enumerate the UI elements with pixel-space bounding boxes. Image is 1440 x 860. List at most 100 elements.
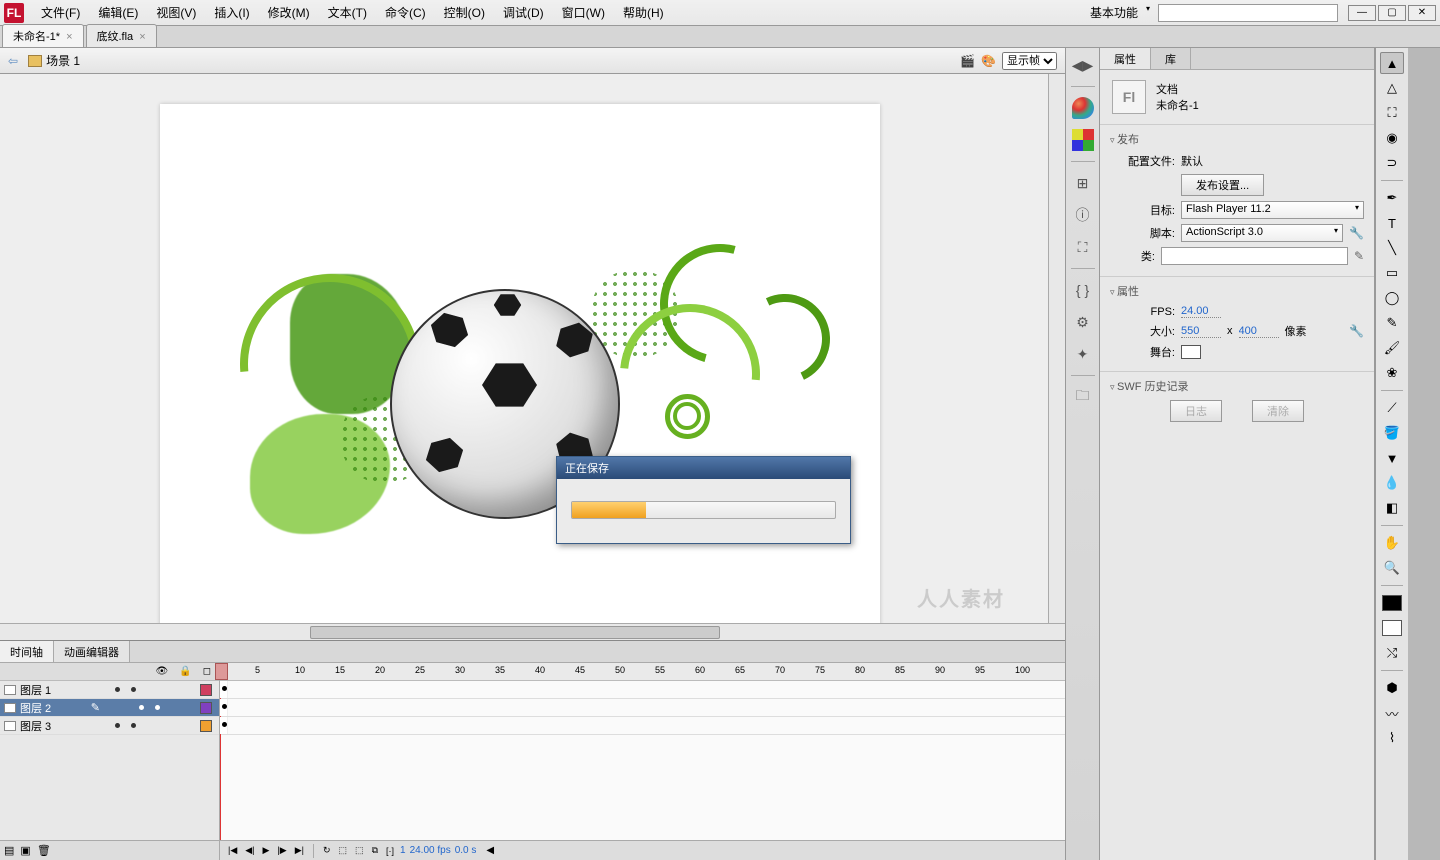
tab-library[interactable]: 库 <box>1151 48 1191 69</box>
lasso-tool[interactable]: ⊃ <box>1380 152 1404 174</box>
publish-settings-button[interactable]: 发布设置... <box>1181 174 1264 196</box>
project-panel-icon[interactable]: 🗀 <box>1072 386 1094 408</box>
edit-class-icon[interactable]: ✎ <box>1354 249 1364 263</box>
layer-color-swatch[interactable] <box>200 702 212 714</box>
minimize-button[interactable]: — <box>1348 5 1376 21</box>
maximize-button[interactable]: ▢ <box>1378 5 1406 21</box>
target-select[interactable]: Flash Player 11.2 <box>1181 201 1364 219</box>
color-panel-icon[interactable] <box>1072 97 1094 119</box>
play-button[interactable]: ▶ <box>261 845 272 856</box>
oval-tool[interactable]: ◯ <box>1380 287 1404 309</box>
text-tool[interactable]: T <box>1380 212 1404 234</box>
script-select[interactable]: ActionScript 3.0 <box>1181 224 1343 242</box>
edit-symbols-icon[interactable]: 🎨 <box>981 54 996 68</box>
eyedropper-tool[interactable]: 💧 <box>1380 472 1404 494</box>
menu-help[interactable]: 帮助(H) <box>614 1 673 24</box>
menu-window[interactable]: 窗口(W) <box>553 1 614 24</box>
scroll-left-icon[interactable]: ◀ <box>486 845 494 856</box>
hand-tool[interactable]: ✋ <box>1380 532 1404 554</box>
search-input[interactable] <box>1158 4 1338 22</box>
onion-skin-button[interactable]: ⬚ <box>337 845 350 856</box>
info-panel-icon[interactable]: ⓘ <box>1072 204 1094 226</box>
snap-option[interactable]: ⬢ <box>1380 677 1404 699</box>
menu-control[interactable]: 控制(O) <box>435 1 494 24</box>
brush-tool[interactable]: 🖌 <box>1380 337 1404 359</box>
edit-scene-icon[interactable]: 🎬 <box>960 54 975 68</box>
menu-edit[interactable]: 编辑(E) <box>89 1 147 24</box>
fps-display[interactable]: 24.00 fps <box>410 845 451 856</box>
tab-timeline[interactable]: 时间轴 <box>0 641 54 662</box>
publish-section-title[interactable]: 发布 <box>1110 131 1364 147</box>
align-panel-icon[interactable]: ⊞ <box>1072 172 1094 194</box>
frame-row[interactable] <box>220 681 1065 699</box>
tab-motion-editor[interactable]: 动画编辑器 <box>54 641 130 662</box>
transform-panel-icon[interactable]: ⛶ <box>1072 236 1094 258</box>
collapse-icon[interactable]: ◀▶ <box>1072 54 1094 76</box>
new-folder-button[interactable]: ▣ <box>20 844 30 857</box>
swf-section-title[interactable]: SWF 历史记录 <box>1110 378 1364 394</box>
doc-tab-1[interactable]: 未命名-1*× <box>2 24 84 47</box>
lock-column-icon[interactable]: 🔒 <box>179 666 191 677</box>
back-icon[interactable]: ⇦ <box>8 54 18 68</box>
deco-tool[interactable]: ❀ <box>1380 362 1404 384</box>
loop-button[interactable]: ↻ <box>321 845 333 856</box>
swap-colors[interactable]: ⤭ <box>1380 642 1404 664</box>
close-icon[interactable]: × <box>139 31 145 43</box>
layer-row[interactable]: 图层 3 <box>0 717 219 735</box>
tab-properties[interactable]: 属性 <box>1100 48 1151 69</box>
code-snippets-icon[interactable]: { } <box>1072 279 1094 301</box>
onion-outline-button[interactable]: ⬚ <box>353 845 366 856</box>
close-icon[interactable]: × <box>66 31 72 43</box>
frame-ruler[interactable]: 1 5 10 15 20 25 30 35 40 45 50 55 60 65 <box>220 663 1065 681</box>
subselection-tool[interactable]: △ <box>1380 77 1404 99</box>
stroke-color[interactable] <box>1380 592 1404 614</box>
menu-insert[interactable]: 插入(I) <box>205 1 258 24</box>
step-back-button[interactable]: ◀| <box>243 845 256 856</box>
menu-debug[interactable]: 调试(D) <box>494 1 553 24</box>
close-button[interactable]: ✕ <box>1408 5 1436 21</box>
workspace-selector[interactable]: 基本功能 <box>1082 2 1152 23</box>
layer-color-swatch[interactable] <box>200 720 212 732</box>
smooth-option[interactable]: 〰 <box>1380 702 1404 724</box>
fill-color[interactable] <box>1380 617 1404 639</box>
goto-last-button[interactable]: ▶| <box>293 845 306 856</box>
menu-file[interactable]: 文件(F) <box>32 1 89 24</box>
width-input[interactable] <box>1181 325 1221 338</box>
menu-text[interactable]: 文本(T) <box>319 1 376 24</box>
zoom-tool[interactable]: 🔍 <box>1380 557 1404 579</box>
pen-tool[interactable]: ✒ <box>1380 187 1404 209</box>
visibility-column-icon[interactable]: 👁 <box>156 666 169 677</box>
view-scale-select[interactable]: 显示帧 <box>1002 52 1057 70</box>
fps-input[interactable] <box>1181 305 1221 318</box>
free-transform-tool[interactable]: ⛶ <box>1380 102 1404 124</box>
delete-layer-button[interactable]: 🗑 <box>37 844 51 857</box>
components-panel-icon[interactable]: ⚙ <box>1072 311 1094 333</box>
motion-presets-icon[interactable]: ✦ <box>1072 343 1094 365</box>
new-layer-button[interactable]: ▤ <box>4 844 14 857</box>
eraser-tool[interactable]: ◧ <box>1380 497 1404 519</box>
layer-color-swatch[interactable] <box>200 684 212 696</box>
3d-rotation-tool[interactable]: ◉ <box>1380 127 1404 149</box>
stage[interactable] <box>160 104 880 640</box>
bone-tool[interactable]: ⟋ <box>1380 397 1404 419</box>
menu-view[interactable]: 视图(V) <box>147 1 205 24</box>
wrench-icon[interactable]: 🔧 <box>1349 226 1364 240</box>
straighten-option[interactable]: ⌇ <box>1380 727 1404 749</box>
layer-row[interactable]: 图层 2 ✎ <box>0 699 219 717</box>
outline-column-icon[interactable]: ◻ <box>203 666 211 677</box>
modify-markers-button[interactable]: [·] <box>384 846 396 856</box>
frame-row[interactable] <box>220 717 1065 735</box>
frames-panel[interactable]: 1 5 10 15 20 25 30 35 40 45 50 55 60 65 <box>220 663 1065 860</box>
props-section-title[interactable]: 属性 <box>1110 283 1364 299</box>
ink-bottle-tool[interactable]: ▼ <box>1380 447 1404 469</box>
line-tool[interactable]: ╲ <box>1380 237 1404 259</box>
layer-row[interactable]: 图层 1 <box>0 681 219 699</box>
edit-multi-button[interactable]: ⧉ <box>370 845 380 856</box>
swatches-panel-icon[interactable] <box>1072 129 1094 151</box>
current-frame[interactable]: 1 <box>400 845 406 856</box>
stage-color-swatch[interactable] <box>1181 345 1201 359</box>
menu-commands[interactable]: 命令(C) <box>376 1 435 24</box>
canvas-area[interactable]: 人人素材 ⌛ 正在保存 <box>0 74 1065 640</box>
rectangle-tool[interactable]: ▭ <box>1380 262 1404 284</box>
step-fwd-button[interactable]: |▶ <box>275 845 288 856</box>
